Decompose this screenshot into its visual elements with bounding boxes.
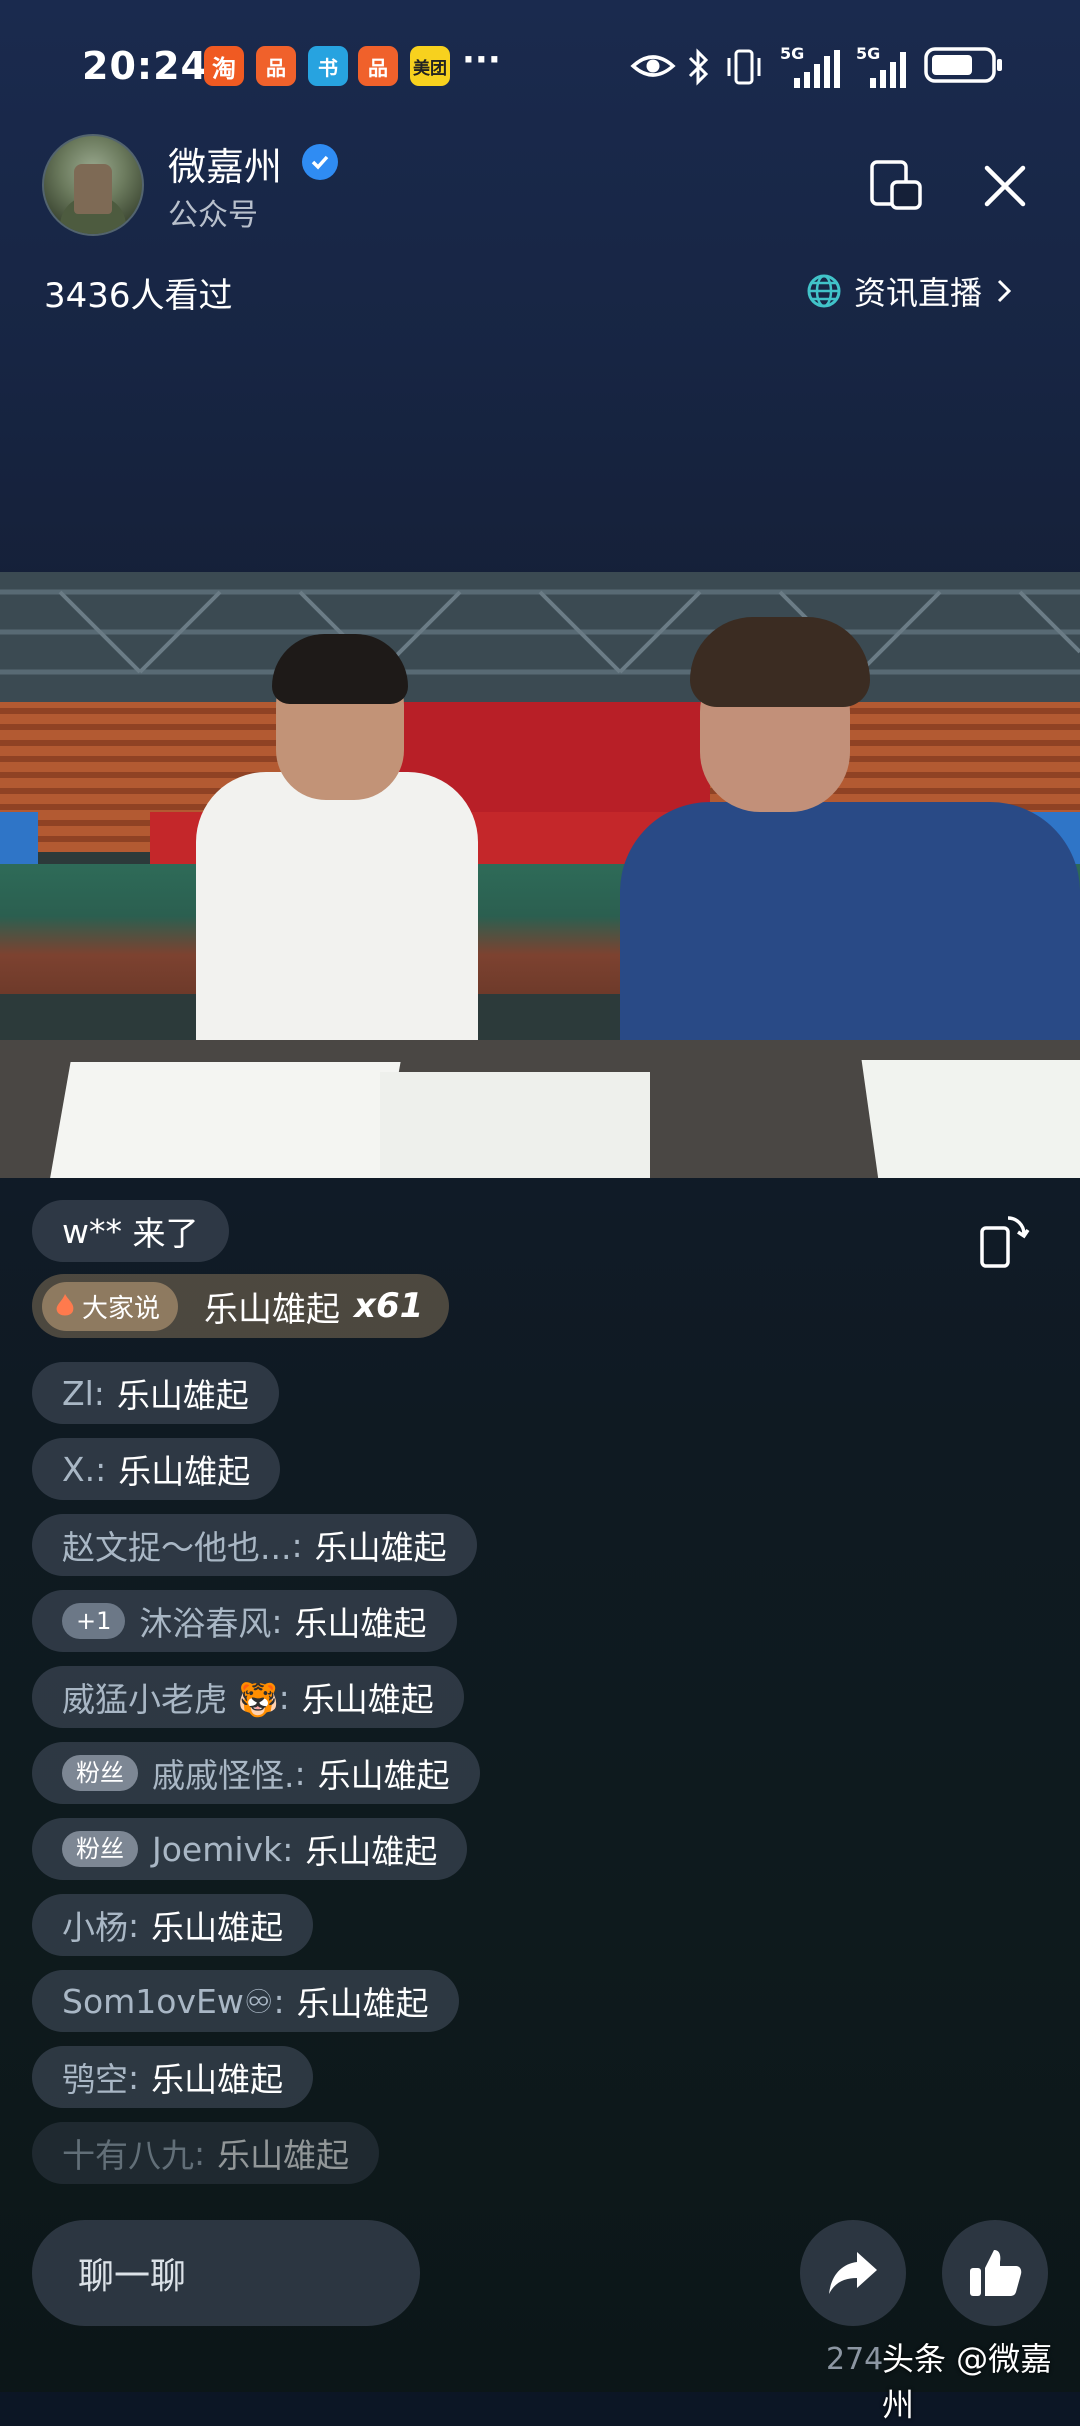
- news-live-link[interactable]: 资讯直播: [806, 268, 1014, 314]
- chat-username: 沐浴春风: [139, 1604, 272, 1643]
- live-video-player[interactable]: [0, 572, 1080, 1178]
- chat-separator: :: [93, 1373, 105, 1413]
- signal-bars-icon: [794, 50, 840, 88]
- fan-badge: 粉丝: [62, 1755, 138, 1791]
- roof-truss: [0, 589, 1080, 675]
- chat-username: 十有八九: [62, 2136, 194, 2175]
- chat-username: 戚戚怪怪.: [152, 1756, 295, 1795]
- battery-icon: [924, 47, 1002, 83]
- more-notifications-icon: ···: [462, 40, 501, 80]
- chevron-right-icon: [997, 279, 1012, 303]
- chat-text: 乐山雄起: [301, 1680, 434, 1719]
- bluetooth-icon: [688, 48, 709, 86]
- chat-separator: :: [128, 2057, 140, 2097]
- reader-notification-icon: 书: [308, 46, 348, 86]
- chat-username: 赵文捉～他也...: [62, 1528, 292, 1567]
- entrance-message: w** 来了: [32, 1200, 229, 1262]
- chat-text: 乐山雄起: [151, 2060, 284, 2099]
- chat-separator: :: [271, 1601, 283, 1641]
- globe-icon: [807, 274, 841, 308]
- commentator-right: [620, 802, 1080, 1072]
- chat-message[interactable]: Som1ovEw♾: 乐山雄起: [32, 1970, 459, 2032]
- chat-text: 乐山雄起: [294, 1604, 427, 1643]
- chat-username: Zl: [62, 1373, 94, 1413]
- chat-separator: :: [278, 1677, 290, 1717]
- news-live-label: 资讯直播: [853, 274, 982, 312]
- pinduoduo-notification-icon: 品: [256, 46, 296, 86]
- commentator-left: [196, 772, 478, 1072]
- chat-text: 乐山雄起: [151, 1908, 284, 1947]
- chat-message[interactable]: Zl: 乐山雄起: [32, 1362, 279, 1424]
- everyone-says-tag: 大家说: [42, 1281, 179, 1331]
- chat-message[interactable]: 威猛小老虎 🐯: 乐山雄起: [32, 1666, 464, 1728]
- account-type-label: 公众号: [168, 198, 258, 233]
- chat-message[interactable]: 十有八九: 乐山雄起: [32, 2122, 380, 2184]
- chat-username: Som1ovEw♾: [62, 1981, 274, 2021]
- chat-username: 威猛小老虎 🐯: [62, 1680, 279, 1719]
- chat-username: Joemivk: [152, 1829, 283, 1869]
- chat-separator: :: [128, 1905, 140, 1945]
- everyone-says-count: x61: [354, 1286, 424, 1326]
- watermark: 头条 @微嘉州: [882, 2340, 1053, 2424]
- meituan-notification-icon: 美团: [410, 46, 450, 86]
- flame-icon: [56, 1294, 74, 1316]
- chat-separator: :: [291, 1525, 303, 1565]
- chat-message[interactable]: X.: 乐山雄起: [32, 1438, 281, 1500]
- share-button[interactable]: [800, 2220, 906, 2326]
- chat-separator: :: [282, 1829, 294, 1869]
- chat-text: 乐山雄起: [317, 1756, 450, 1795]
- chat-input[interactable]: 聊一聊: [32, 2220, 420, 2326]
- level-badge: +1: [62, 1603, 126, 1639]
- floating-window-icon[interactable]: [866, 156, 926, 216]
- close-icon[interactable]: [975, 156, 1035, 216]
- like-button[interactable]: [942, 2220, 1048, 2326]
- thumbs-up-icon: [970, 2250, 1022, 2296]
- chat-message[interactable]: 赵文捉～他也...: 乐山雄起: [32, 1514, 477, 1576]
- everyone-says-bar[interactable]: 大家说 乐山雄起 x61: [32, 1274, 450, 1338]
- taobao-notification-icon: 淘: [204, 46, 244, 86]
- chat-text: 乐山雄起: [296, 1984, 429, 2023]
- verified-icon: [302, 144, 338, 180]
- chat-text: 乐山雄起: [314, 1528, 447, 1567]
- fan-badge: 粉丝: [62, 1831, 138, 1867]
- rotate-screen-icon[interactable]: [976, 1212, 1032, 1272]
- chat-message[interactable]: 粉丝 Joemivk: 乐山雄起: [32, 1818, 468, 1880]
- account-name[interactable]: 微嘉州: [168, 136, 282, 191]
- vibrate-icon: [727, 49, 761, 85]
- share-icon: [829, 2252, 877, 2294]
- view-count: 3436人看过: [44, 276, 233, 316]
- like-count: 274: [826, 2342, 884, 2377]
- live-header: 微嘉州 公众号: [0, 132, 1080, 242]
- chat-text: 乐山雄起: [305, 1832, 438, 1871]
- chat-text: 乐山雄起: [217, 2136, 350, 2175]
- chat-separator: :: [95, 1449, 107, 1489]
- status-time: 20:24: [82, 44, 208, 88]
- page-background: [0, 0, 1080, 2392]
- pinduoduo-notification-icon-2: 品: [358, 46, 398, 86]
- chat-username: 小杨: [62, 1908, 128, 1947]
- status-bar: 20:24 淘 品 书 品 美团 ··· 5G 5G: [0, 40, 1080, 100]
- eye-icon: [630, 55, 676, 77]
- chat-message[interactable]: 小杨: 乐山雄起: [32, 1894, 314, 1956]
- chat-message[interactable]: 鸮空: 乐山雄起: [32, 2046, 314, 2108]
- chat-message[interactable]: +1 沐浴春风: 乐山雄起: [32, 1590, 457, 1652]
- chat-message[interactable]: 粉丝 戚戚怪怪.: 乐山雄起: [32, 1742, 480, 1804]
- chat-separator: :: [294, 1753, 306, 1793]
- chat-text: 乐山雄起: [116, 1376, 249, 1415]
- chat-username: X.: [62, 1449, 96, 1489]
- account-avatar[interactable]: [42, 134, 144, 236]
- chat-text: 乐山雄起: [118, 1452, 251, 1491]
- chat-username: 鸮空: [62, 2060, 128, 2099]
- chat-separator: :: [194, 2133, 206, 2173]
- signal-bars-icon-2: [870, 52, 906, 88]
- chat-separator: :: [273, 1981, 285, 2021]
